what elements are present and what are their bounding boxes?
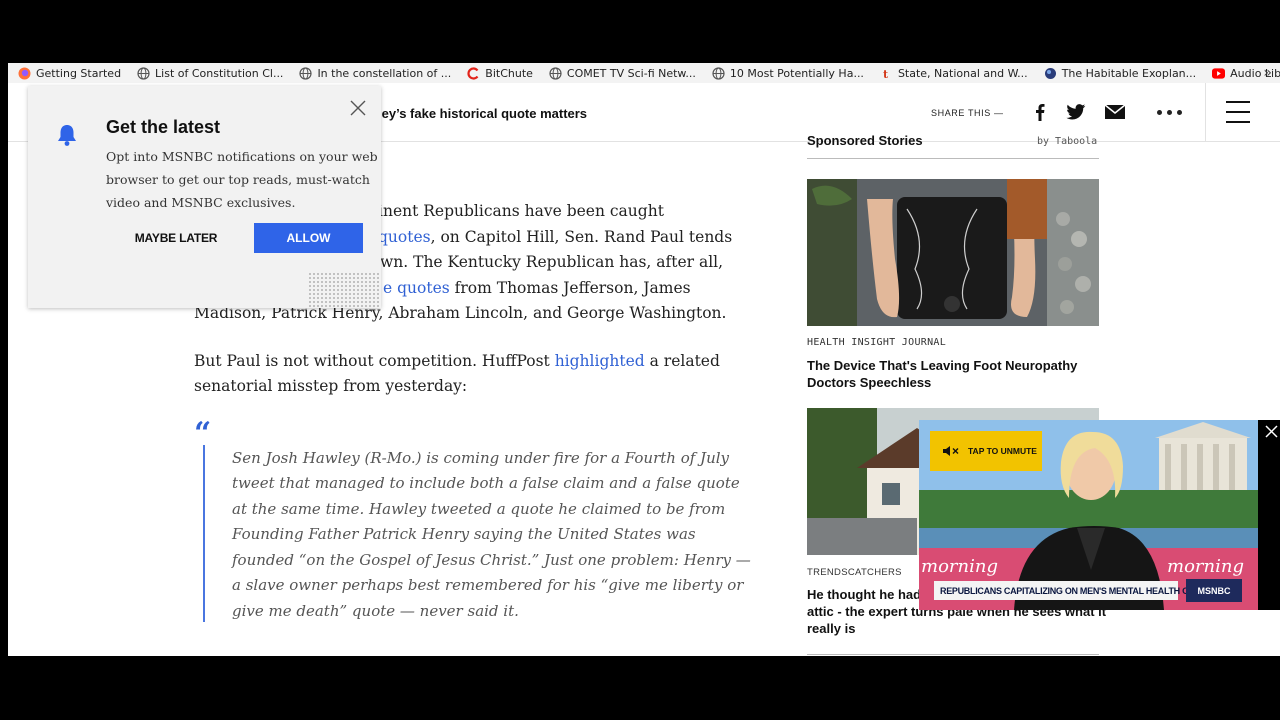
maybe-later-button[interactable]: MAYBE LATER	[133, 223, 219, 253]
youtube-icon	[1212, 67, 1226, 80]
popup-body-line: video and MSNBC exclusives.	[106, 195, 296, 210]
paragraph-line: inent Republicans have been caught	[378, 202, 664, 220]
menu-bar	[1226, 101, 1250, 103]
video-chyron: REPUBLICANS CAPITALIZING ON MEN'S MENTAL…	[934, 581, 1211, 600]
paragraph-line: senatorial misstep from yesterday:	[194, 377, 468, 395]
share-label: SHARE THIS —	[931, 108, 1004, 118]
blockquote-bar	[203, 445, 205, 622]
bookmark-label: In the constellation of ...	[317, 66, 452, 80]
quote-line: give me death” quote — never said it.	[232, 602, 519, 620]
bookmark-bitchute[interactable]: BitChute	[457, 63, 539, 83]
quote-line: at the same time. Hawley tweeted a quote…	[232, 500, 726, 518]
paragraph-line: e quotes from Thomas Jefferson, James	[383, 279, 691, 297]
taboola-credit[interactable]: by Taboola	[1037, 136, 1097, 147]
twitter-share-button[interactable]	[1065, 97, 1087, 127]
dot	[1176, 109, 1182, 115]
globe-icon	[137, 66, 150, 80]
menu-bar	[1226, 111, 1250, 113]
bookmark-comet-tv[interactable]: COMET TV Sci-fi Netw...	[539, 63, 702, 83]
svg-text:t: t	[883, 68, 889, 80]
bell-icon	[58, 125, 76, 146]
bookmark-constitution[interactable]: List of Constitution Cl...	[127, 63, 289, 83]
bookmark-label: The Habitable Exoplan...	[1061, 66, 1197, 80]
planet-icon	[1044, 67, 1057, 80]
paragraph-line: wn. The Kentucky Republican has, after a…	[380, 253, 724, 271]
highlighted-link[interactable]: highlighted	[555, 352, 645, 370]
bookmark-label: Audio Library - YouTube	[1230, 66, 1280, 80]
popup-body-line: Opt into MSNBC notifications on your web	[106, 149, 378, 164]
backdrop-text-left: morning	[921, 556, 998, 577]
quote-line: Founding Father Patrick Henry saying the…	[232, 525, 696, 543]
article-header-title: ley’s fake historical quote matters	[378, 106, 588, 121]
bookmark-habitable[interactable]: The Habitable Exoplan...	[1034, 63, 1202, 83]
backdrop-text-right: morning	[1167, 556, 1244, 577]
globe-icon	[712, 66, 725, 80]
video-close-button[interactable]	[1263, 423, 1280, 440]
envelope-icon	[1105, 105, 1125, 119]
quote-line: Sen Josh Hawley (R-Mo.) is coming under …	[232, 449, 729, 467]
muted-speaker-icon	[943, 446, 959, 456]
quote-line: a slave owner perhaps best remembered fo…	[232, 576, 744, 594]
dot	[1166, 109, 1172, 115]
sidebar-divider	[807, 158, 1099, 159]
menu-bar	[1226, 121, 1250, 123]
firefox-icon	[18, 67, 31, 80]
t-icon: t	[880, 67, 893, 80]
sponsored-stories-title: Sponsored Stories	[807, 133, 923, 148]
paragraph-text: , on Capitol Hill, Sen. Rand Paul tends	[430, 228, 733, 246]
close-icon	[350, 100, 366, 116]
bookmark-constellation[interactable]: In the constellation of ...	[289, 63, 457, 83]
bookmark-label: Getting Started	[36, 66, 122, 80]
bookmark-state-national[interactable]: t State, National and W...	[870, 63, 1034, 83]
unmute-label: TAP TO UNMUTE	[968, 446, 1037, 456]
email-share-button[interactable]	[1104, 97, 1126, 127]
twitter-icon	[1066, 104, 1086, 120]
globe-icon	[299, 66, 313, 80]
dot	[1156, 109, 1162, 115]
quote-line: tweet that managed to include both a fal…	[232, 474, 740, 492]
card-source: TRENDSCATCHERS	[807, 567, 902, 578]
bookmark-10-most[interactable]: 10 Most Potentially Ha...	[702, 63, 870, 83]
quote-line: founded “on the Gospel of Jesus Christ.”…	[232, 551, 751, 569]
facebook-icon	[1036, 104, 1045, 121]
more-options-button[interactable]	[1154, 97, 1184, 127]
paragraph-text: a related	[644, 352, 720, 370]
globe-icon	[549, 66, 562, 80]
bookmark-label: COMET TV Sci-fi Netw...	[566, 66, 696, 80]
popup-close-button[interactable]	[348, 98, 368, 118]
bookmark-label: List of Constitution Cl...	[155, 66, 284, 80]
hamburger-menu-button[interactable]	[1225, 97, 1251, 127]
sponsored-card-image[interactable]	[807, 179, 1099, 326]
bitchute-icon	[467, 66, 480, 80]
foot-massager-image	[807, 179, 1099, 326]
tap-to-unmute-button[interactable]: TAP TO UNMUTE	[930, 431, 1042, 471]
bookmarks-bar: Getting Started List of Constitution Cl.…	[8, 63, 1280, 83]
bookmark-label: 10 Most Potentially Ha...	[729, 66, 864, 80]
card-source: HEALTH INSIGHT JOURNAL	[807, 337, 947, 348]
paragraph-text: But Paul is not without competition. Huf…	[194, 352, 555, 370]
fake-quotes-link[interactable]: e quotes	[383, 279, 450, 297]
card-title-link[interactable]: The Device That's Leaving Foot Neuropath…	[807, 357, 1077, 374]
card-title-link[interactable]: He thought he had	[807, 586, 921, 603]
popup-title: Get the latest	[106, 117, 221, 137]
bookmark-getting-started[interactable]: Getting Started	[8, 63, 127, 83]
paragraph-line: But Paul is not without competition. Huf…	[194, 352, 720, 370]
close-icon	[1265, 425, 1278, 438]
dot-pattern-decoration	[308, 272, 380, 308]
quotes-link[interactable]: quotes	[378, 228, 431, 246]
bookmark-label: BitChute	[485, 66, 533, 80]
card-title-link[interactable]: Doctors Speechless	[807, 374, 931, 391]
msnbc-logo: MSNBC	[1186, 579, 1242, 602]
paragraph-text: from Thomas Jefferson, James	[449, 279, 691, 297]
card-title-link[interactable]: really is	[807, 620, 855, 637]
popup-body-line: browser to get our top reads, must-watch	[106, 172, 370, 187]
allow-button[interactable]: ALLOW	[254, 223, 363, 253]
facebook-share-button[interactable]	[1031, 97, 1049, 127]
paragraph-line: quotes, on Capitol Hill, Sen. Rand Paul …	[378, 228, 732, 246]
sidebar-divider	[807, 654, 1099, 655]
bookmark-label: State, National and W...	[897, 66, 1028, 80]
header-divider	[1205, 83, 1206, 142]
bookmarks-overflow-icon[interactable]: »	[1263, 63, 1272, 83]
